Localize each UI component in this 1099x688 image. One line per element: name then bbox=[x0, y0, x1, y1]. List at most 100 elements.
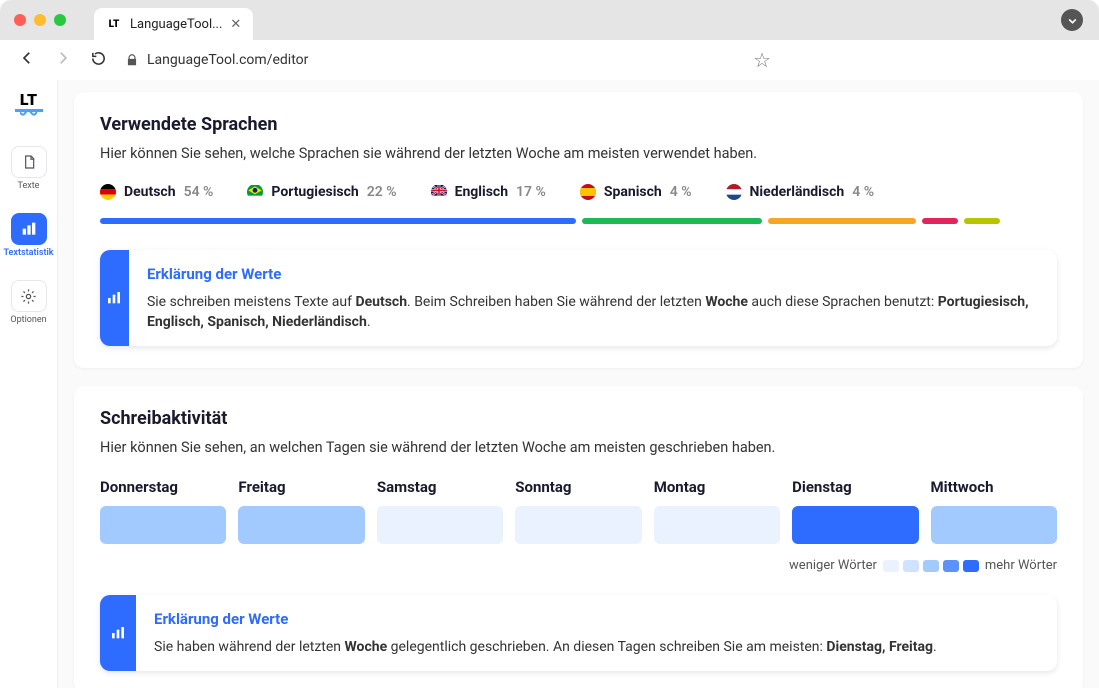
main-content: Verwendete Sprachen Hier können Sie sehe… bbox=[58, 80, 1099, 688]
card-desc: Hier können Sie sehen, an welchen Tagen … bbox=[100, 439, 1057, 456]
legend-more-label: mehr Wörter bbox=[985, 558, 1057, 573]
callout-text: Sie haben während der letzten Woche gele… bbox=[154, 637, 937, 657]
card-title: Verwendete Sprachen bbox=[100, 114, 1057, 135]
callout-title: Erklärung der Werte bbox=[154, 609, 937, 631]
languages-list: Deutsch54 % Portugiesisch 22 % Englisch 17 %… bbox=[100, 184, 1057, 200]
language-name: Englisch bbox=[455, 184, 508, 200]
activity-card: Schreibaktivität Hier können Sie sehen, … bbox=[74, 386, 1083, 688]
callout-text: Sie schreiben meistens Texte auf Deutsch… bbox=[147, 292, 1039, 333]
flag-icon bbox=[247, 184, 263, 200]
day-heat-cell bbox=[931, 506, 1057, 544]
day-label: Freitag bbox=[238, 478, 364, 496]
day-heat-cell bbox=[792, 506, 918, 544]
browser-toolbar: LanguageTool.com/editor ☆ bbox=[0, 40, 1099, 80]
tab-favicon-icon: LT bbox=[106, 16, 122, 32]
card-desc: Hier können Sie sehen, welche Sprachen s… bbox=[100, 145, 1057, 162]
app-sidebar: LT Texte Textstatistik Optionen bbox=[0, 80, 58, 688]
legend-less-label: weniger Wörter bbox=[789, 558, 877, 573]
language-item: Niederländisch 4 % bbox=[726, 184, 874, 200]
flag-icon bbox=[726, 184, 742, 200]
day-label: Mittwoch bbox=[931, 478, 1057, 496]
browser-menu-button[interactable] bbox=[1061, 9, 1083, 31]
sidebar-item-label: Texte bbox=[18, 181, 40, 191]
language-percent: 22 % bbox=[367, 184, 397, 200]
activity-legend: weniger Wörter mehr Wörter bbox=[100, 558, 1057, 573]
card-title: Schreibaktivität bbox=[100, 408, 1057, 429]
day-column: Montag bbox=[654, 478, 780, 544]
window-controls bbox=[14, 14, 66, 26]
stats-icon bbox=[11, 213, 47, 245]
day-heat-cell bbox=[654, 506, 780, 544]
sidebar-item-texte[interactable]: Texte bbox=[8, 138, 50, 197]
day-column: Sonntag bbox=[515, 478, 641, 544]
language-name: Spanisch bbox=[604, 184, 662, 200]
languages-bar-chart bbox=[100, 218, 1057, 224]
back-button[interactable] bbox=[18, 49, 36, 71]
legend-swatch bbox=[903, 560, 919, 572]
reload-button[interactable] bbox=[90, 50, 107, 71]
language-bar-segment bbox=[100, 218, 576, 224]
maximize-window-button[interactable] bbox=[54, 14, 66, 26]
languages-callout: Erklärung der Werte Sie schreiben meiste… bbox=[100, 250, 1057, 346]
address-bar[interactable]: LanguageTool.com/editor bbox=[125, 52, 735, 68]
sidebar-item-textstatistik[interactable]: Textstatistik bbox=[8, 205, 50, 264]
day-heat-cell bbox=[100, 506, 226, 544]
sidebar-item-optionen[interactable]: Optionen bbox=[8, 272, 50, 331]
language-item: Portugiesisch 22 % bbox=[247, 184, 396, 200]
bookmark-star-icon[interactable]: ☆ bbox=[753, 48, 771, 72]
day-column: Dienstag bbox=[792, 478, 918, 544]
language-bar-segment bbox=[922, 218, 958, 224]
window-titlebar: LT LanguageTool... ✕ bbox=[0, 0, 1099, 40]
callout-body: Erklärung der Werte Sie schreiben meiste… bbox=[129, 250, 1057, 346]
tab-title: LanguageTool... bbox=[130, 17, 222, 32]
legend-swatch bbox=[883, 560, 899, 572]
callout-body: Erklärung der Werte Sie haben während de… bbox=[136, 595, 955, 671]
activity-heatmap: Donnerstag Freitag Samstag Sonntag Montag Die… bbox=[100, 478, 1057, 544]
forward-button[interactable] bbox=[54, 49, 72, 71]
stats-icon bbox=[100, 250, 129, 346]
callout-title: Erklärung der Werte bbox=[147, 264, 1039, 286]
stats-icon bbox=[100, 595, 136, 671]
language-name: Niederländisch bbox=[750, 184, 845, 200]
language-percent: 4 % bbox=[670, 184, 692, 200]
day-heat-cell bbox=[377, 506, 503, 544]
legend-swatch bbox=[923, 560, 939, 572]
language-bar-segment bbox=[964, 218, 1000, 224]
day-label: Montag bbox=[654, 478, 780, 496]
language-bar-segment bbox=[582, 218, 762, 224]
flag-icon bbox=[580, 184, 596, 200]
close-window-button[interactable] bbox=[14, 14, 26, 26]
app-logo-icon[interactable]: LT bbox=[15, 90, 43, 112]
day-heat-cell bbox=[238, 506, 364, 544]
day-label: Samstag bbox=[377, 478, 503, 496]
close-tab-button[interactable]: ✕ bbox=[230, 17, 241, 32]
sidebar-item-label: Optionen bbox=[10, 315, 46, 325]
day-heat-cell bbox=[515, 506, 641, 544]
language-name: Portugiesisch bbox=[271, 184, 358, 200]
sidebar-item-label: Textstatistik bbox=[3, 248, 53, 258]
day-column: Donnerstag bbox=[100, 478, 226, 544]
day-column: Mittwoch bbox=[931, 478, 1057, 544]
day-label: Donnerstag bbox=[100, 478, 226, 496]
language-item: Englisch 17 % bbox=[431, 184, 546, 200]
minimize-window-button[interactable] bbox=[34, 14, 46, 26]
day-label: Dienstag bbox=[792, 478, 918, 496]
language-name: Deutsch bbox=[124, 184, 176, 200]
lock-icon bbox=[125, 53, 139, 67]
language-item: Spanisch 4 % bbox=[580, 184, 692, 200]
url-text: LanguageTool.com/editor bbox=[147, 52, 308, 68]
language-percent: 17 % bbox=[516, 184, 546, 200]
language-item: Deutsch54 % bbox=[100, 184, 213, 200]
app-shell: LT Texte Textstatistik Optionen Verwende… bbox=[0, 80, 1099, 688]
legend-swatch bbox=[943, 560, 959, 572]
browser-tab[interactable]: LT LanguageTool... ✕ bbox=[94, 8, 253, 40]
day-column: Samstag bbox=[377, 478, 503, 544]
languages-card: Verwendete Sprachen Hier können Sie sehe… bbox=[74, 92, 1083, 368]
flag-icon bbox=[100, 184, 116, 200]
language-bar-segment bbox=[768, 218, 916, 224]
language-percent: 4 % bbox=[852, 184, 874, 200]
day-column: Freitag bbox=[238, 478, 364, 544]
activity-callout: Erklärung der Werte Sie haben während de… bbox=[100, 595, 1057, 671]
flag-icon bbox=[431, 184, 447, 200]
day-label: Sonntag bbox=[515, 478, 641, 496]
